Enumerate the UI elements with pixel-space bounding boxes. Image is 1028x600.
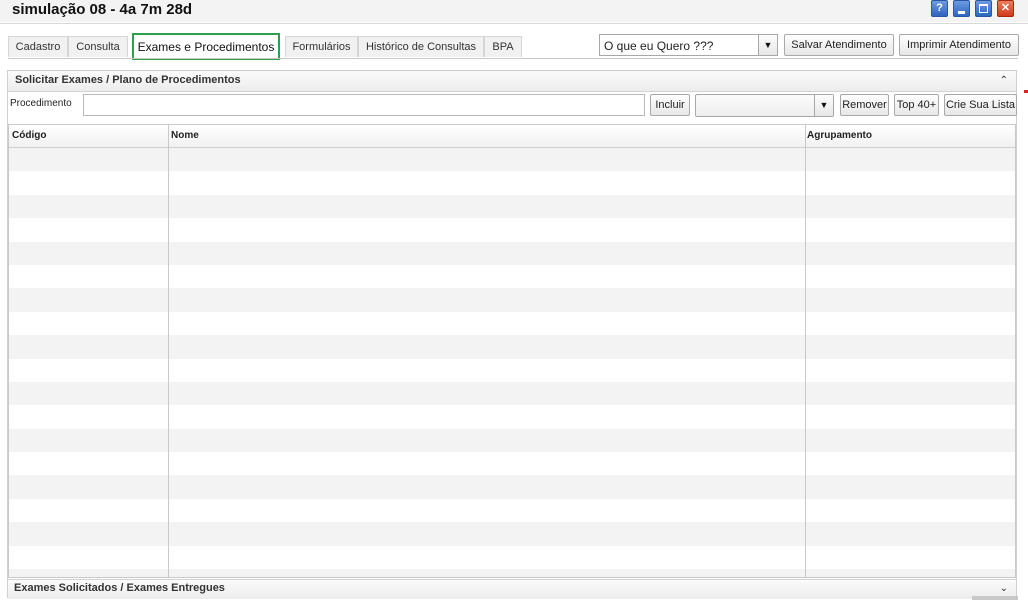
- tab-formularios[interactable]: Formulários: [285, 36, 358, 57]
- close-button[interactable]: ✕: [997, 0, 1014, 17]
- remove-button[interactable]: Remover: [840, 94, 889, 116]
- horizontal-scrollbar[interactable]: [972, 596, 1018, 600]
- table-row[interactable]: [9, 475, 1015, 499]
- create-list-button[interactable]: Crie Sua Lista: [944, 94, 1017, 116]
- column-header-nome[interactable]: Nome: [171, 130, 199, 141]
- procedures-table: Código Nome Agrupamento: [8, 124, 1016, 578]
- tab-exames-e-procedimentos[interactable]: Exames e Procedimentos: [132, 33, 280, 60]
- chevron-down-icon[interactable]: ⌄: [1000, 583, 1008, 594]
- tab-bpa[interactable]: BPA: [484, 36, 522, 57]
- table-row[interactable]: [9, 264, 1015, 289]
- table-row[interactable]: [9, 335, 1015, 359]
- table-row[interactable]: [9, 311, 1015, 336]
- top-40-button[interactable]: Top 40+: [894, 94, 939, 116]
- table-row[interactable]: [9, 452, 1015, 476]
- title-bar: simulação 08 - 4a 7m 28d ? ✕: [0, 0, 1028, 22]
- bottom-panel-title: Exames Solicitados / Exames Entregues: [14, 582, 225, 594]
- column-divider[interactable]: [168, 125, 169, 577]
- chevron-down-icon[interactable]: ▼: [758, 35, 777, 55]
- exams-delivered-panel-header[interactable]: Exames Solicitados / Exames Entregues ⌄: [8, 579, 1016, 599]
- table-row[interactable]: [9, 194, 1015, 219]
- exam-request-panel-header[interactable]: Solicitar Exames / Plano de Procedimento…: [8, 71, 1016, 92]
- title-divider: [0, 23, 1028, 24]
- what-i-want-dropdown[interactable]: O que eu Quero ??? ▼: [599, 34, 778, 56]
- column-header-codigo[interactable]: Código: [12, 130, 46, 141]
- edge-marker: [1024, 90, 1028, 93]
- table-row[interactable]: [9, 148, 1015, 172]
- tab-divider: [8, 58, 1018, 59]
- help-icon: ?: [936, 2, 943, 14]
- help-button[interactable]: ?: [931, 0, 948, 17]
- procedure-input[interactable]: [83, 94, 645, 116]
- column-header-agrupamento[interactable]: Agrupamento: [807, 130, 872, 141]
- window-title: simulação 08 - 4a 7m 28d: [12, 1, 193, 18]
- what-i-want-value: O que eu Quero ???: [604, 39, 714, 53]
- table-row[interactable]: [9, 569, 1015, 577]
- table-row[interactable]: [9, 405, 1015, 429]
- table-header: Código Nome Agrupamento: [9, 125, 1015, 148]
- table-row[interactable]: [9, 545, 1015, 570]
- print-attendance-button[interactable]: Imprimir Atendimento: [899, 34, 1019, 56]
- maximize-button[interactable]: [975, 0, 992, 17]
- table-row[interactable]: [9, 381, 1015, 406]
- chevron-down-icon[interactable]: ▼: [814, 95, 833, 116]
- table-body: [9, 148, 1015, 577]
- chevron-up-icon[interactable]: ⌃: [1000, 75, 1008, 86]
- tab-consulta[interactable]: Consulta: [68, 36, 128, 57]
- table-row[interactable]: [9, 288, 1015, 312]
- table-row[interactable]: [9, 358, 1015, 382]
- save-attendance-button[interactable]: Salvar Atendimento: [784, 34, 894, 56]
- procedure-label: Procedimento: [10, 98, 72, 109]
- tab-historico-de-consultas[interactable]: Histórico de Consultas: [358, 36, 484, 57]
- minimize-icon: [958, 11, 965, 14]
- table-row[interactable]: [9, 522, 1015, 546]
- column-divider[interactable]: [805, 125, 806, 577]
- table-row[interactable]: [9, 498, 1015, 523]
- table-row[interactable]: [9, 428, 1015, 453]
- minimize-button[interactable]: [953, 0, 970, 17]
- list-select[interactable]: ▼: [695, 94, 834, 117]
- tab-cadastro[interactable]: Cadastro: [8, 36, 68, 57]
- maximize-icon: [979, 4, 988, 13]
- table-row[interactable]: [9, 241, 1015, 265]
- table-row[interactable]: [9, 171, 1015, 195]
- table-row[interactable]: [9, 218, 1015, 242]
- panel-title: Solicitar Exames / Plano de Procedimento…: [15, 74, 241, 86]
- include-button[interactable]: Incluir: [650, 94, 690, 116]
- close-icon: ✕: [1000, 2, 1011, 14]
